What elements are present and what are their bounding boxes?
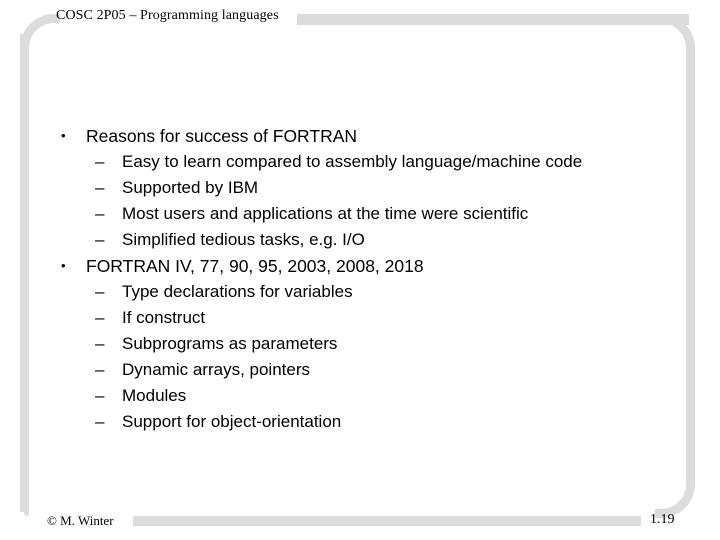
bullet-icon: • [61,128,66,143]
list-item-label: Type declarations for variables [122,282,353,301]
list-item: – Subprograms as parameters [56,331,676,357]
list-item: – Dynamic arrays, pointers [56,357,676,383]
slide: COSC 2P05 – Programming languages • Reaso… [0,0,720,540]
header-decorative-bar [297,14,689,25]
list-item-label: Subprograms as parameters [122,334,338,353]
list-item-label: FORTRAN IV, 77, 90, 95, 2003, 2008, 2018 [86,256,424,276]
dash-icon: – [95,412,105,431]
list-item-label: Support for object-orientation [122,412,342,431]
list-item-label: Simplified tedious tasks, e.g. I/O [122,230,365,249]
footer-copyright: © M. Winter [47,513,114,528]
dash-icon: – [95,334,105,353]
list-item-label: Reasons for success of FORTRAN [86,126,358,146]
list-item: – Type declarations for variables [56,279,676,305]
dash-icon: – [95,178,105,197]
list-item: – Support for object-orientation [56,409,676,435]
list-item-label: Dynamic arrays, pointers [122,360,311,379]
dash-icon: – [95,386,105,405]
list-item: – Most users and applications at the time… [56,201,676,227]
list-item-label: Modules [122,386,187,405]
dash-icon: – [95,230,105,249]
list-item-label: If construct [122,308,206,327]
list-item: • Reasons for success of FORTRAN [56,123,676,149]
list-item-label: Most users and applications at the time … [122,204,529,223]
list-item-label: Easy to learn compared to assembly langu… [122,152,583,171]
footer-decorative-bar [133,516,641,526]
list-item: • FORTRAN IV, 77, 90, 95, 2003, 2008, 201… [56,253,676,279]
list-item: – Easy to learn compared to assembly lang… [56,149,676,175]
slide-content-list: • Reasons for success of FORTRAN – Easy to … [56,123,676,435]
page-title: COSC 2P05 – Programming languages [56,8,279,23]
list-item: – Supported by IBM [56,175,676,201]
list-item-label: Supported by IBM [122,178,259,197]
list-item: – If construct [56,305,676,331]
dash-icon: – [95,152,105,171]
dash-icon: – [95,308,105,327]
footer-page-number: 1.19 [650,512,675,527]
dash-icon: – [95,282,105,301]
dash-icon: – [95,204,105,223]
frame-left-border [20,34,29,512]
list-item: – Modules [56,383,676,409]
list-item: – Simplified tedious tasks, e.g. I/O [56,227,676,253]
bullet-icon: • [61,258,66,273]
dash-icon: – [95,360,105,379]
frame-right-border [686,48,695,482]
